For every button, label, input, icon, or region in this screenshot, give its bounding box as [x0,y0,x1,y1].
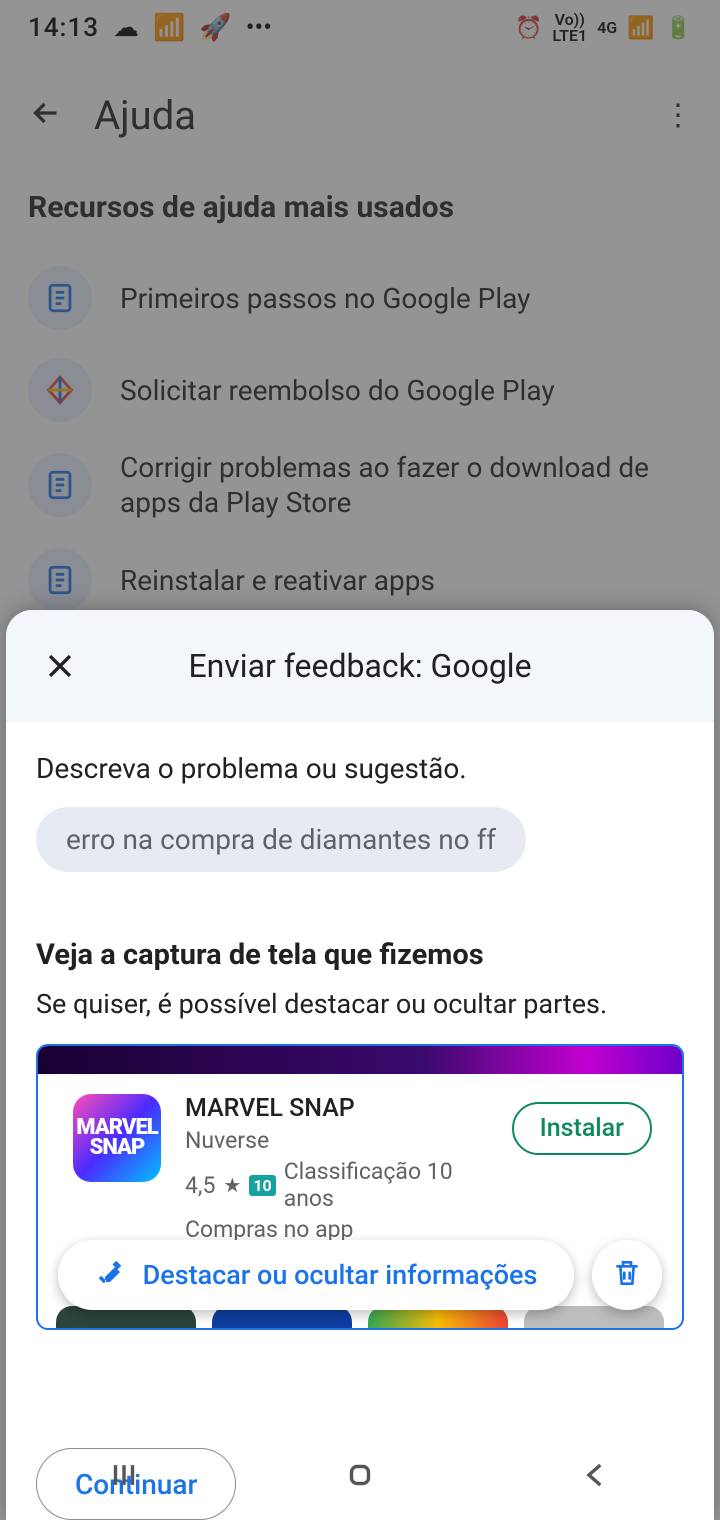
star-icon: ★ [223,1173,241,1197]
screenshot-banner [38,1046,682,1074]
home-button[interactable] [343,1458,377,1496]
feedback-chip[interactable]: erro na compra de diamantes no ff [36,807,526,872]
system-nav-bar [6,1434,714,1520]
screenshot-heading: Veja a captura de tela que fizemos [36,938,684,972]
screenshot-subtitle: Se quiser, é possível destacar ou oculta… [36,988,684,1020]
app-icon: MARVEL SNAP [73,1094,161,1182]
app-iap-label: Compras no app [185,1216,488,1243]
trash-icon [611,1257,643,1293]
highlight-hide-button[interactable]: Destacar ou ocultar informações [58,1240,574,1310]
app-rating-row: 4,5★ 10 Classificação 10 anos [185,1158,488,1212]
back-button[interactable] [579,1458,613,1496]
delete-screenshot-button[interactable] [592,1240,662,1310]
highlight-hide-label: Destacar ou ocultar informações [143,1259,538,1291]
close-button[interactable] [36,642,84,690]
screenshot-preview[interactable]: MARVEL SNAP MARVEL SNAP Nuverse 4,5★ 10 … [36,1044,684,1330]
describe-label: Descreva o problema ou sugestão. [36,752,684,785]
highlighter-icon [95,1257,125,1294]
sheet-title: Enviar feedback: Google [188,647,531,685]
recents-button[interactable] [107,1458,141,1496]
app-title: MARVEL SNAP [185,1094,488,1123]
feedback-sheet: Enviar feedback: Google Descreva o probl… [6,610,714,1520]
age-badge: 10 [249,1175,275,1196]
app-publisher: Nuverse [185,1127,488,1154]
install-button: Instalar [512,1102,652,1155]
sheet-header: Enviar feedback: Google [6,610,714,722]
